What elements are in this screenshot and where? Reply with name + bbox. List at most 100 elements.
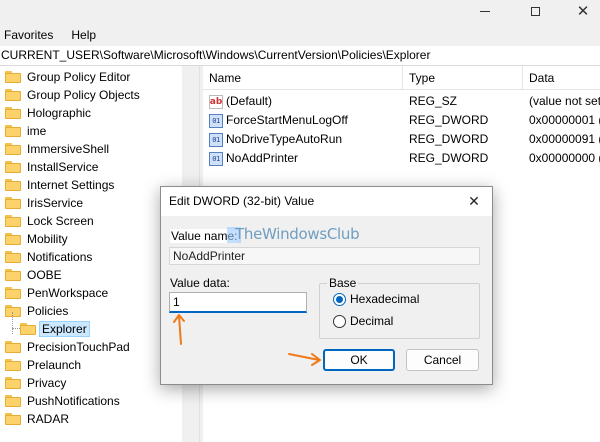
folder-icon (5, 251, 21, 263)
folder-icon (5, 413, 21, 425)
maximize-button[interactable] (512, 0, 558, 22)
tree-item-label: PenWorkspace (27, 286, 109, 300)
folder-icon (5, 71, 21, 83)
tree-item-penworkspace[interactable]: PenWorkspace (0, 284, 182, 302)
column-header-type[interactable]: Type (403, 66, 523, 90)
folder-icon (5, 89, 21, 101)
tree-item-privacy[interactable]: Privacy (0, 374, 182, 392)
tree-item-group-policy-editor[interactable]: Group Policy Editor (0, 68, 182, 86)
minimize-icon (480, 10, 490, 12)
value-data-input[interactable]: 1 (169, 292, 307, 313)
tree-item-mobility[interactable]: Mobility (0, 230, 182, 248)
tree-item-holographic[interactable]: Holographic (0, 104, 182, 122)
value-name: NoAddPrinter (226, 151, 299, 165)
ok-button[interactable]: OK (323, 349, 395, 371)
tree-item-group-policy-objects[interactable]: Group Policy Objects (0, 86, 182, 104)
value-name: ForceStartMenuLogOff (226, 113, 348, 127)
value-name-cell: 01 ForceStartMenuLogOff (209, 111, 403, 130)
tree-item-label: Policies (27, 304, 69, 318)
list-header: Name Type Data (203, 66, 600, 90)
close-window-button[interactable]: ✕ (560, 0, 600, 22)
table-row[interactable]: 01 NoDriveTypeAutoRun REG_DWORD 0x000000… (203, 130, 600, 149)
value-data: 0x00000000 (0) (529, 151, 600, 165)
tree-item-label: Internet Settings (27, 178, 115, 192)
tree-item-oobe[interactable]: OOBE (0, 266, 182, 284)
folder-icon (5, 125, 21, 137)
folder-icon (5, 395, 21, 407)
value-name-cell: 01 NoAddPrinter (209, 149, 403, 168)
tree-item-lock-screen[interactable]: Lock Screen (0, 212, 182, 230)
value-type: REG_DWORD (409, 113, 489, 127)
menu-bar: Favorites Help (0, 27, 110, 43)
tree-item-label: Notifications (27, 250, 93, 264)
table-row[interactable]: 01 ForceStartMenuLogOff REG_DWORD 0x0000… (203, 111, 600, 130)
folder-icon (5, 287, 21, 299)
table-row[interactable]: ab (Default) REG_SZ (value not set) (203, 92, 600, 111)
tree-item-label: Holographic (27, 106, 92, 120)
value-type: REG_SZ (409, 94, 458, 108)
folder-icon (5, 143, 21, 155)
tree-item-label: Group Policy Editor (27, 70, 131, 84)
tree-item-prelaunch[interactable]: Prelaunch (0, 356, 182, 374)
tree-item-precisiontouchpad[interactable]: PrecisionTouchPad (0, 338, 182, 356)
radio-selected-icon (333, 292, 346, 306)
tree-item-explorer[interactable]: Explorer (0, 320, 182, 338)
tree-item-label: PrecisionTouchPad (27, 340, 130, 354)
tree-item-label: OOBE (27, 268, 62, 282)
value-type: REG_DWORD (409, 132, 489, 146)
radio-label: Decimal (350, 314, 394, 328)
menu-help[interactable]: Help (67, 27, 110, 43)
radio-hexadecimal[interactable]: Hexadecimal (333, 292, 419, 306)
minimize-button[interactable] (462, 0, 508, 22)
value-name-cell: 01 NoDriveTypeAutoRun (209, 130, 403, 149)
dword-value-icon: 01 (209, 132, 223, 147)
value-type: REG_DWORD (409, 151, 489, 165)
folder-icon (5, 215, 21, 227)
folder-icon (5, 179, 21, 191)
value-name: (Default) (226, 94, 273, 108)
column-header-name[interactable]: Name (203, 66, 403, 90)
address-bar[interactable]: CURRENT_USER\Software\Microsoft\Windows\… (0, 46, 600, 66)
tree-item-label: Explorer (39, 321, 90, 337)
tree-item-irisservice[interactable]: IrisService (0, 194, 182, 212)
folder-icon (5, 107, 21, 119)
cancel-button[interactable]: Cancel (406, 349, 479, 371)
table-row[interactable]: 01 NoAddPrinter REG_DWORD 0x00000000 (0) (203, 149, 600, 168)
tree-item-label: Privacy (27, 376, 67, 390)
base-label: Base (327, 276, 359, 290)
tree-item-label: Prelaunch (27, 358, 82, 372)
tree-item-radar[interactable]: RADAR (0, 410, 182, 428)
folder-icon (5, 359, 21, 371)
column-header-data[interactable]: Data (523, 66, 600, 90)
tree-item-label: ime (27, 124, 47, 138)
tree-item-label: PushNotifications (27, 394, 120, 408)
tree-item-policies[interactable]: Policies (0, 302, 182, 320)
tree-item-notifications[interactable]: Notifications (0, 248, 182, 266)
key-tree: Group Policy Editor Group Policy Objects… (0, 66, 182, 442)
watermark-text: TheWindowsClub (235, 225, 360, 243)
tree-item-label: Group Policy Objects (27, 88, 140, 102)
menu-favorites[interactable]: Favorites (0, 27, 67, 43)
tree-item-pushnotifications[interactable]: PushNotifications (0, 392, 182, 410)
value-data: (value not set) (529, 94, 600, 108)
tree-item-internet-settings[interactable]: Internet Settings (0, 176, 182, 194)
dword-value-icon: 01 (209, 151, 223, 166)
dialog-close-button[interactable]: ✕ (456, 187, 492, 216)
maximize-icon (530, 6, 540, 16)
folder-icon (5, 377, 21, 389)
value-data-label: Value data: (170, 276, 230, 290)
tree-item-ime[interactable]: ime (0, 122, 182, 140)
value-name: NoDriveTypeAutoRun (226, 132, 343, 146)
tree-item-label: RADAR (27, 412, 70, 426)
radio-decimal[interactable]: Decimal (333, 314, 393, 328)
value-data: 0x00000001 (1) (529, 113, 600, 127)
folder-icon (5, 269, 21, 281)
radio-label: Hexadecimal (350, 292, 420, 306)
folder-icon (5, 341, 21, 353)
string-value-icon: ab (209, 94, 223, 109)
tree-item-installservice[interactable]: InstallService (0, 158, 182, 176)
folder-icon (5, 161, 21, 173)
close-icon: ✕ (576, 1, 590, 20)
tree-item-immersiveshell[interactable]: ImmersiveShell (0, 140, 182, 158)
value-data: 0x00000091 (145) (529, 132, 600, 146)
